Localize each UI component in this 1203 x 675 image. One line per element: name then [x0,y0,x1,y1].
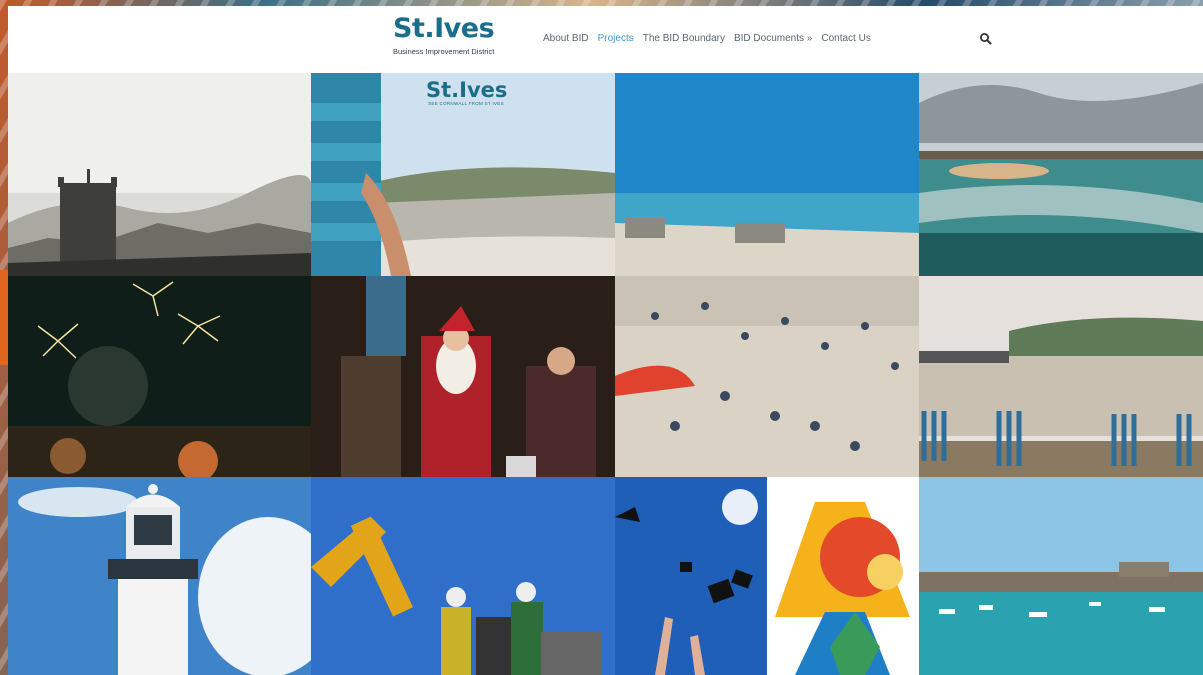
gallery-tile-harbour-deckchairs[interactable] [919,276,1203,477]
gallery-tile-lighthouse[interactable] [8,477,311,675]
nav-projects[interactable]: Projects [598,33,634,44]
overlay-title: St.Ives [426,78,508,102]
logo-subtitle: Business Improvement District [393,47,495,56]
project-gallery: St.Ives SEE CORNWALL FROM ST IVES [8,73,1203,675]
gallery-brand-overlay: St.Ives SEE CORNWALL FROM ST IVES [426,78,508,106]
gallery-tile-church-skyline[interactable] [8,73,311,276]
nav-about-bid[interactable]: About BID [543,33,589,44]
overlay-tagline: SEE CORNWALL FROM ST IVES [428,101,504,106]
site-header: St.Ives Business Improvement District Ab… [8,6,1203,73]
site-logo[interactable]: St.Ives Business Improvement District [393,13,503,57]
nav-bid-documents[interactable]: BID Documents » [734,33,812,44]
search-icon[interactable] [979,32,993,46]
page: St.Ives Business Improvement District Ab… [8,6,1203,675]
nav-bid-boundary[interactable]: The BID Boundary [643,33,725,44]
gallery-tile-christmas-parade[interactable] [311,276,615,477]
nav-contact-us[interactable]: Contact Us [821,33,870,44]
logo-title: St.Ives [393,13,495,44]
gallery-tile-harbour-sandbank[interactable] [919,73,1203,276]
gallery-tile-fireworks[interactable] [8,276,311,477]
main-nav: About BID Projects The BID Boundary BID … [543,33,871,44]
gallery-tile-beach-view[interactable]: St.Ives SEE CORNWALL FROM ST IVES [311,73,615,276]
gallery-tile-harbour-boats[interactable] [919,477,1203,675]
gallery-tile-graduation-art[interactable] [615,477,919,675]
gallery-tile-construction-crane[interactable] [311,477,615,675]
gallery-tile-beach-festival[interactable] [615,73,919,276]
gallery-tile-festival-crowd[interactable] [615,276,919,477]
